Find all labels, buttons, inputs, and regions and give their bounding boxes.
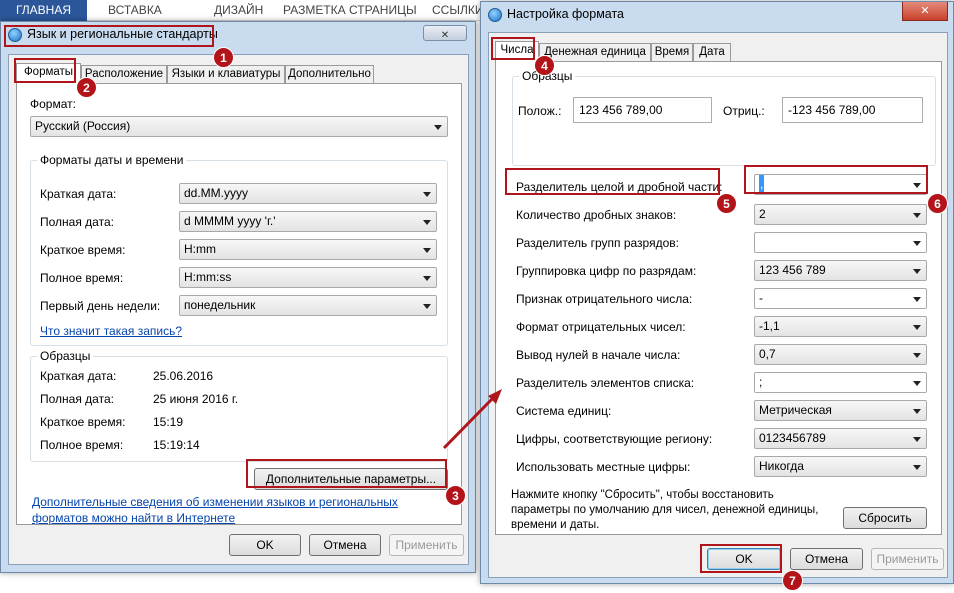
arrow-connector <box>442 389 502 450</box>
step-badge-7: 7 <box>782 570 803 591</box>
step-badge-5: 5 <box>716 193 737 214</box>
step-badge-6: 6 <box>927 193 948 214</box>
highlight-decimal-select <box>744 165 928 194</box>
step-badge-1: 1 <box>213 47 234 68</box>
arrow-line <box>442 396 495 450</box>
step-badge-4: 4 <box>534 55 555 76</box>
highlight-numbers-tab <box>491 37 535 60</box>
highlight-window-title <box>4 25 214 47</box>
step-badge-3: 3 <box>445 485 466 506</box>
highlight-formats-tab <box>14 58 76 83</box>
highlight-ok-button <box>700 544 782 573</box>
highlight-decimal-label <box>505 168 720 195</box>
highlight-advanced-button <box>246 459 447 488</box>
step-badge-2: 2 <box>76 77 97 98</box>
